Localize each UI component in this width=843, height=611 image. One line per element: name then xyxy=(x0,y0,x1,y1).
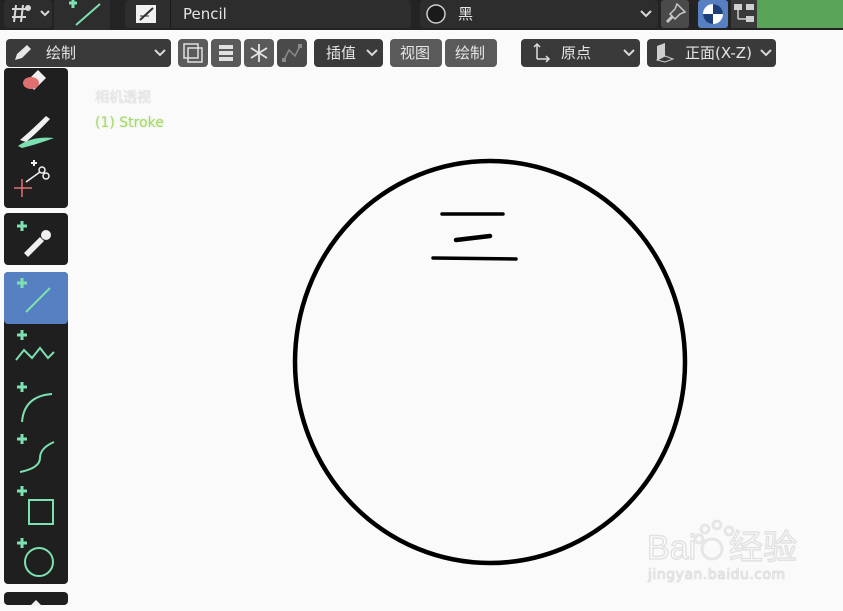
watermark-url: jingyan.baidu.com xyxy=(648,567,786,583)
baidu-watermark-logo: Bai 经验 xyxy=(645,515,835,568)
drawn-stroke-bottom xyxy=(431,256,518,261)
drawn-stroke-middle xyxy=(453,233,493,243)
svg-text:Bai: Bai xyxy=(647,529,696,565)
drawn-circle-stroke xyxy=(292,158,688,566)
svg-text:经验: 经验 xyxy=(729,529,797,565)
